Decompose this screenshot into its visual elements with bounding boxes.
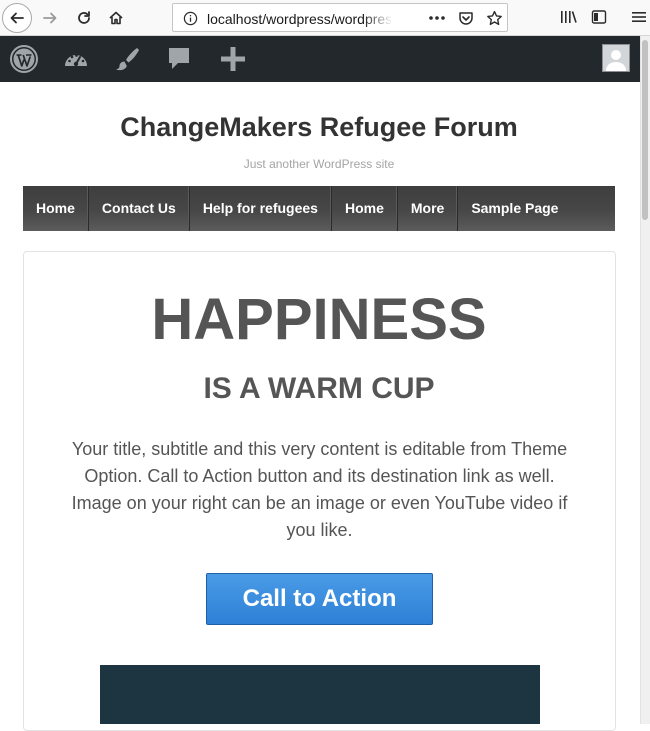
nav-item-sample-page[interactable]: Sample Page [458, 186, 571, 231]
hero-body-text: Your title, subtitle and this very conte… [71, 439, 568, 540]
library-icon[interactable] [558, 6, 580, 28]
address-bar[interactable]: localhost/wordpress/wordpress/ [172, 3, 508, 32]
arrow-right-icon [43, 12, 57, 24]
new-plus-icon[interactable] [216, 42, 250, 76]
nav-item-home[interactable]: Home [23, 186, 89, 231]
bookmark-star-icon[interactable] [484, 9, 504, 27]
page-actions-icon[interactable] [427, 9, 447, 27]
avatar-silhouette-icon [603, 45, 629, 71]
hero-title: HAPPINESS [151, 287, 487, 352]
reload-icon [78, 11, 90, 24]
browser-toolbar: localhost/wordpress/wordpress/ [0, 0, 650, 36]
site-tagline: Just another WordPress site [243, 157, 395, 171]
call-to-action-button[interactable]: Call to Action [206, 573, 433, 625]
user-avatar[interactable] [602, 44, 630, 72]
customize-brush-icon[interactable] [110, 42, 144, 76]
wordpress-logo-icon[interactable] [7, 42, 41, 76]
hero-media-image [100, 665, 540, 724]
nav-item-more[interactable]: More [398, 186, 459, 231]
site-info-icon[interactable] [182, 10, 198, 26]
dashboard-icon[interactable] [59, 42, 93, 76]
comments-icon[interactable] [162, 42, 196, 76]
wp-admin-bar [0, 36, 640, 82]
nav-item-contact-us[interactable]: Contact Us [89, 186, 190, 231]
back-button[interactable] [2, 3, 32, 33]
url-fade [363, 8, 393, 28]
nav-item-help-for-refugees[interactable]: Help for refugees [190, 186, 332, 231]
primary-nav: Home Contact Us Help for refugees Home M… [23, 186, 615, 231]
pocket-icon[interactable] [456, 9, 476, 27]
arrow-left-icon [10, 12, 24, 24]
site-title[interactable]: ChangeMakers Refugee Forum [0, 112, 638, 143]
forward-button[interactable] [35, 3, 65, 33]
scrollbar-thumb[interactable] [642, 40, 648, 220]
hero-subtitle: IS A WARM CUP [203, 372, 435, 405]
sidebar-icon[interactable] [588, 6, 610, 28]
home-button[interactable] [101, 3, 131, 33]
hamburger-menu-icon[interactable] [628, 6, 650, 28]
home-icon [109, 11, 123, 25]
nav-item-home-2[interactable]: Home [332, 186, 398, 231]
reload-button[interactable] [69, 3, 99, 33]
